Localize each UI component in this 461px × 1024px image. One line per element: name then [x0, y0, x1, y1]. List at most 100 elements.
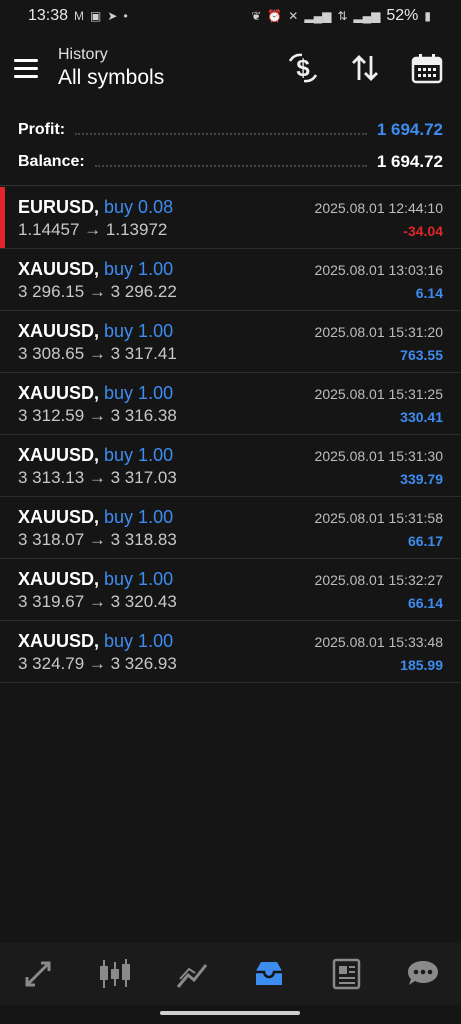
- trade-row[interactable]: XAUUSD, buy 1.00 2025.08.01 15:31:25 3 312…: [0, 373, 461, 435]
- trade-row-line1: XAUUSD, buy 1.00 2025.08.01 13:03:16: [18, 259, 443, 280]
- profit-value: 1 694.72: [376, 120, 443, 139]
- chat-icon[interactable]: [400, 951, 446, 997]
- selected-row-marker: [0, 187, 5, 248]
- battery-icon: ▮: [424, 9, 431, 23]
- quotes-icon[interactable]: [15, 951, 61, 997]
- calendar-icon[interactable]: [407, 48, 447, 88]
- trade-title: XAUUSD, buy 1.00: [18, 569, 173, 590]
- gesture-bar[interactable]: [160, 1011, 300, 1015]
- trade-row[interactable]: EURUSD, buy 0.08 2025.08.01 12:44:10 1.144…: [0, 187, 461, 249]
- trade-profit: 339.79: [400, 471, 443, 487]
- trade-title: EURUSD, buy 0.08: [18, 197, 173, 218]
- fxs-icon: ▣: [90, 9, 102, 23]
- menu-button[interactable]: [14, 53, 44, 83]
- leaf-icon: ❦: [251, 9, 262, 23]
- bottom-nav: [0, 943, 461, 1005]
- trade-prices: 3 318.07 → 3 318.83: [18, 530, 177, 549]
- trade-time: 2025.08.01 15:31:30: [314, 448, 443, 464]
- balance-value: 1 694.72: [376, 152, 443, 171]
- trade-icon[interactable]: [169, 951, 215, 997]
- profit-label: Profit:: [18, 121, 66, 138]
- trade-profit: 66.14: [407, 595, 443, 611]
- page-title[interactable]: All symbols: [58, 66, 164, 90]
- trade-row-line1: XAUUSD, buy 1.00 2025.08.01 15:32:27: [18, 569, 443, 590]
- news-icon[interactable]: [323, 951, 369, 997]
- currency-swap-icon[interactable]: $: [283, 48, 323, 88]
- trade-side: buy 1.00: [104, 445, 174, 465]
- trade-title: XAUUSD, buy 1.00: [18, 321, 173, 342]
- trade-symbol: XAUUSD,: [18, 445, 100, 465]
- trade-row-line1: XAUUSD, buy 1.00 2025.08.01 15:33:48: [18, 631, 443, 652]
- trade-row-line2: 1.14457 → 1.13972 -34.04: [18, 220, 443, 240]
- trade-prices: 1.14457 → 1.13972: [18, 220, 168, 239]
- trade-prices: 3 319.67 → 3 320.43: [18, 592, 177, 611]
- trade-row-line2: 3 319.67 → 3 320.43 66.14: [18, 592, 443, 612]
- trade-symbol: XAUUSD,: [18, 259, 100, 279]
- trade-row-line1: XAUUSD, buy 1.00 2025.08.01 15:31:30: [18, 445, 443, 466]
- trade-profit: 330.41: [400, 409, 443, 425]
- trade-profit: 6.14: [415, 285, 443, 301]
- trade-side: buy 1.00: [104, 569, 174, 589]
- trade-profit: -34.04: [403, 223, 443, 239]
- trade-symbol: XAUUSD,: [18, 507, 100, 527]
- trade-time: 2025.08.01 15:31:20: [314, 324, 443, 340]
- trade-time: 2025.08.01 12:44:10: [314, 200, 443, 216]
- trade-profit: 185.99: [400, 657, 443, 673]
- status-right: ❦ ⏰ ✕ ▂▄▆ ⇅ ▂▄▆ 52% ▮: [251, 7, 431, 25]
- trade-side: buy 1.00: [104, 259, 174, 279]
- trade-symbol: EURUSD,: [18, 197, 100, 217]
- trade-prices: 3 312.59 → 3 316.38: [18, 406, 177, 425]
- header-titles: History All symbols: [58, 46, 164, 90]
- battery-percent: 52%: [386, 7, 419, 24]
- trade-side: buy 1.00: [104, 507, 174, 527]
- trade-prices: 3 308.65 → 3 317.41: [18, 344, 177, 363]
- app-header: History All symbols $: [0, 32, 461, 104]
- trade-symbol: XAUUSD,: [18, 569, 100, 589]
- trade-row-line1: XAUUSD, buy 1.00 2025.08.01 15:31:58: [18, 507, 443, 528]
- trade-row[interactable]: XAUUSD, buy 1.00 2025.08.01 15:33:48 3 324…: [0, 621, 461, 683]
- trade-side: buy 0.08: [104, 197, 174, 217]
- trade-title: XAUUSD, buy 1.00: [18, 445, 173, 466]
- gmail-icon: M: [74, 9, 85, 23]
- trade-row[interactable]: XAUUSD, buy 1.00 2025.08.01 15:32:27 3 319…: [0, 559, 461, 621]
- trade-row-line2: 3 324.79 → 3 326.93 185.99: [18, 654, 443, 674]
- account-summary: Profit: 1 694.72 Balance: 1 694.72: [0, 104, 461, 186]
- status-time: 13:38: [28, 7, 69, 24]
- trade-symbol: XAUUSD,: [18, 631, 100, 651]
- trade-time: 2025.08.01 15:31:25: [314, 386, 443, 402]
- trade-title: XAUUSD, buy 1.00: [18, 259, 173, 280]
- svg-text:$: $: [296, 55, 310, 82]
- balance-row: Balance: 1 694.72: [18, 146, 443, 178]
- status-left: 13:38 M ▣ ➤ •: [28, 7, 128, 25]
- chart-icon[interactable]: [92, 951, 138, 997]
- header-actions: $: [283, 48, 447, 88]
- trade-time: 2025.08.01 13:03:16: [314, 262, 443, 278]
- dotted-leader: [94, 165, 367, 167]
- trade-title: XAUUSD, buy 1.00: [18, 507, 173, 528]
- trade-side: buy 1.00: [104, 321, 174, 341]
- trade-row[interactable]: XAUUSD, buy 1.00 2025.08.01 15:31:58 3 318…: [0, 497, 461, 559]
- trade-row-line1: EURUSD, buy 0.08 2025.08.01 12:44:10: [18, 197, 443, 218]
- trade-row-line2: 3 296.15 → 3 296.22 6.14: [18, 282, 443, 302]
- trade-row-line2: 3 308.65 → 3 317.41 763.55: [18, 344, 443, 364]
- profit-row: Profit: 1 694.72: [18, 114, 443, 146]
- trade-row[interactable]: XAUUSD, buy 1.00 2025.08.01 15:31:30 3 313…: [0, 435, 461, 497]
- trade-profit: 66.17: [407, 533, 443, 549]
- trade-symbol: XAUUSD,: [18, 321, 100, 341]
- volte-icon: ⇅: [337, 9, 348, 23]
- trade-row[interactable]: XAUUSD, buy 1.00 2025.08.01 15:31:20 3 308…: [0, 311, 461, 373]
- trade-row[interactable]: XAUUSD, buy 1.00 2025.08.01 13:03:16 3 296…: [0, 249, 461, 311]
- signal-icon: ▂▄▆: [304, 9, 332, 23]
- history-icon[interactable]: [246, 951, 292, 997]
- trade-time: 2025.08.01 15:32:27: [314, 572, 443, 588]
- trade-symbol: XAUUSD,: [18, 383, 100, 403]
- page-subtitle: History: [58, 46, 108, 63]
- sort-icon[interactable]: [345, 48, 385, 88]
- balance-label: Balance:: [18, 153, 85, 170]
- trade-time: 2025.08.01 15:31:58: [314, 510, 443, 526]
- trade-title: XAUUSD, buy 1.00: [18, 631, 173, 652]
- trade-prices: 3 324.79 → 3 326.93: [18, 654, 177, 673]
- trade-row-line1: XAUUSD, buy 1.00 2025.08.01 15:31:20: [18, 321, 443, 342]
- trade-row-line2: 3 313.13 → 3 317.03 339.79: [18, 468, 443, 488]
- trade-side: buy 1.00: [104, 383, 174, 403]
